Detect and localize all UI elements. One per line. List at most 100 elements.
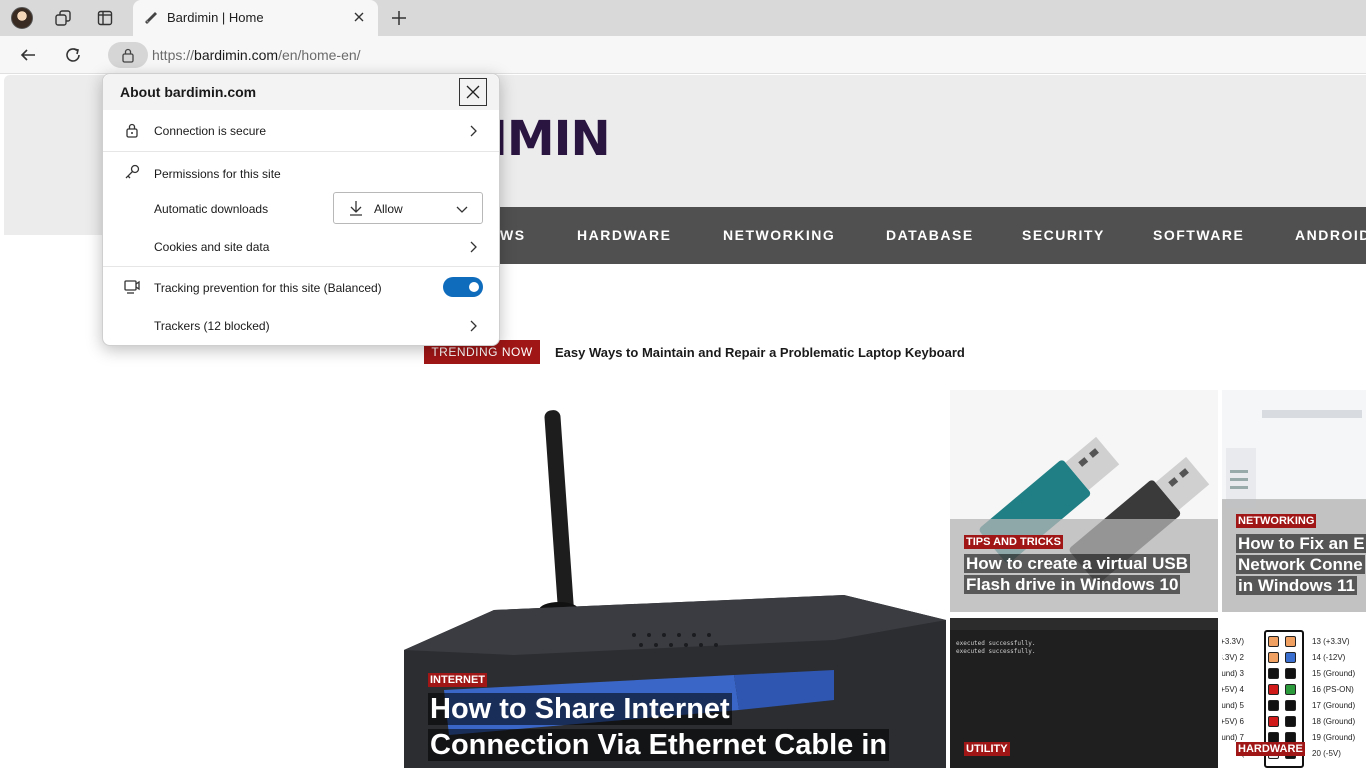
popup-close-button[interactable] (459, 78, 487, 106)
new-tab-icon[interactable] (386, 6, 412, 30)
nav-item-software[interactable]: SOFTWARE (1153, 227, 1244, 243)
card-headline-line: in Windows 11 (1236, 576, 1357, 595)
card-headline-line: Flash drive in Windows 10 (964, 575, 1181, 594)
card-headline[interactable]: How to create a virtual USB Flash drive … (964, 553, 1218, 595)
nav-item-news[interactable]: WS (500, 227, 526, 243)
pin-label-left: +3.3V) 2 (1222, 653, 1244, 662)
pin-label-right: 15 (Ground) (1312, 669, 1356, 678)
trackers-row[interactable]: Trackers (12 blocked) (103, 307, 499, 345)
pin-label-right: 20 (-5V) (1312, 749, 1341, 758)
site-info-button[interactable] (108, 42, 148, 68)
pin-row: (+5V) 4 16 (PS-ON) (1222, 682, 1366, 697)
select-value: Allow (374, 202, 403, 216)
featured-card-usb[interactable]: TIPS AND TRICKS How to create a virtual … (950, 390, 1218, 612)
cookies-row[interactable]: Cookies and site data (103, 226, 499, 266)
refresh-icon (66, 48, 80, 62)
avatar-icon (11, 7, 33, 29)
back-arrow-icon (20, 49, 35, 61)
url-domain: bardimin.com (194, 47, 279, 63)
url-text[interactable]: https://bardimin.com/en/home-en/ (152, 47, 361, 63)
tab-bar: Bardimin | Home (0, 0, 1366, 36)
collections-button[interactable] (48, 4, 78, 32)
category-badge[interactable]: NETWORKING (1236, 514, 1317, 528)
trackers-label: Trackers (12 blocked) (154, 319, 270, 333)
pin-row: +3.3V) 13 (+3.3V) (1222, 634, 1366, 649)
pin-label-left: round) 7 (1222, 733, 1244, 742)
chevron-right-icon (470, 241, 477, 253)
featured-card-networking[interactable]: NETWORKING How to Fix an E Network Conne… (1222, 390, 1366, 612)
tracking-prevention-icon (124, 280, 140, 294)
automatic-downloads-label: Automatic downloads (154, 202, 269, 216)
pin-row: (+5V) 6 18 (Ground) (1222, 714, 1366, 729)
collections-icon (55, 10, 71, 26)
category-badge[interactable]: TIPS AND TRICKS (964, 535, 1063, 549)
category-badge[interactable]: UTILITY (964, 742, 1010, 756)
refresh-button[interactable] (58, 40, 88, 70)
connection-label: Connection is secure (154, 124, 267, 138)
nav-item-database[interactable]: DATABASE (886, 227, 974, 243)
nav-item-android[interactable]: ANDROID (1295, 227, 1366, 243)
pin-label-right: 13 (+3.3V) (1312, 637, 1350, 646)
pin-label-left: (+5V) 6 (1222, 717, 1244, 726)
chevron-right-icon (470, 125, 477, 137)
close-tab-icon[interactable] (350, 8, 368, 26)
toggle-knob (469, 282, 479, 292)
pin-label-left: round) 5 (1222, 701, 1244, 710)
nav-item-hardware[interactable]: HARDWARE (577, 227, 671, 243)
category-badge[interactable]: INTERNET (428, 673, 487, 687)
tracking-toggle[interactable] (443, 277, 483, 297)
pin-row: round) 5 17 (Ground) (1222, 698, 1366, 713)
tab-bardimin-home[interactable]: Bardimin | Home (133, 0, 378, 36)
tracking-row: Tracking prevention for this site (Balan… (103, 267, 499, 307)
close-icon (466, 85, 480, 99)
featured-card-utility[interactable]: executed successfully. executed successf… (950, 618, 1218, 768)
cookies-label: Cookies and site data (154, 240, 270, 254)
pin-row: round) 3 15 (Ground) (1222, 666, 1366, 681)
pin-row: +3.3V) 2 14 (-12V) (1222, 650, 1366, 665)
popup-title: About bardimin.com (120, 84, 257, 100)
terminal-titlebar (950, 618, 1218, 630)
nav-item-networking[interactable]: NETWORKING (723, 227, 835, 243)
card-headline-line: How to Fix an E (1236, 534, 1366, 553)
card-headline-line: How to Share Internet (428, 693, 732, 725)
terminal-line: executed successfully. (956, 648, 1036, 655)
tracking-label: Tracking prevention for this site (Balan… (154, 281, 382, 295)
chevron-right-icon (470, 320, 477, 332)
lock-icon (126, 123, 138, 138)
chevron-down-icon (456, 206, 468, 213)
connection-row[interactable]: Connection is secure (103, 110, 499, 150)
permissions-label: Permissions for this site (154, 167, 281, 181)
tab-actions-button[interactable] (90, 4, 120, 32)
permissions-row: Permissions for this site (103, 152, 499, 192)
card-headline[interactable]: How to Fix an E Network Conne in Windows… (1236, 533, 1366, 596)
card-headline-line: Connection Via Ethernet Cable in (428, 729, 890, 761)
url-path: /en/home-en/ (278, 47, 361, 63)
pin-label-left: round) 3 (1222, 669, 1244, 678)
site-info-popup: About bardimin.com Connection is secure … (102, 73, 500, 346)
card-headline[interactable]: How to Share Internet Connection Via Eth… (428, 691, 946, 763)
featured-card-hardware[interactable]: +3.3V) 13 (+3.3V) +3.3V) 2 14 (-12V) round… (1222, 618, 1366, 768)
download-icon (350, 201, 362, 216)
site-nav: WS HARDWARE NETWORKING DATABASE SECURITY… (400, 207, 1366, 264)
pin-label-right: 14 (-12V) (1312, 653, 1346, 662)
pin-label-left: +3.3V) (1222, 637, 1244, 646)
automatic-downloads-select[interactable]: Allow (333, 192, 483, 224)
back-button[interactable] (13, 40, 43, 70)
category-badge[interactable]: HARDWARE (1236, 742, 1305, 756)
site-favicon-icon (145, 12, 157, 24)
site-logo[interactable]: IMIN (490, 111, 611, 167)
tab-title: Bardimin | Home (167, 10, 264, 25)
lock-icon (122, 48, 134, 63)
url-scheme: https:// (152, 47, 195, 63)
trending-headline[interactable]: Easy Ways to Maintain and Repair a Probl… (555, 345, 965, 360)
card-headline-line: How to create a virtual USB (964, 554, 1191, 573)
pin-label-right: 16 (PS-ON) (1312, 685, 1354, 694)
nav-item-security[interactable]: SECURITY (1022, 227, 1105, 243)
key-icon (125, 164, 140, 179)
featured-card-main[interactable]: INTERNET How to Share Internet Connectio… (404, 390, 946, 768)
pin-label-right: 17 (Ground) (1312, 701, 1356, 710)
profile-button[interactable] (7, 4, 37, 32)
terminal-line: executed successfully. (956, 640, 1036, 647)
pin-label-right: 19 (Ground) (1312, 733, 1356, 742)
card-headline-line: Network Conne (1236, 555, 1365, 574)
